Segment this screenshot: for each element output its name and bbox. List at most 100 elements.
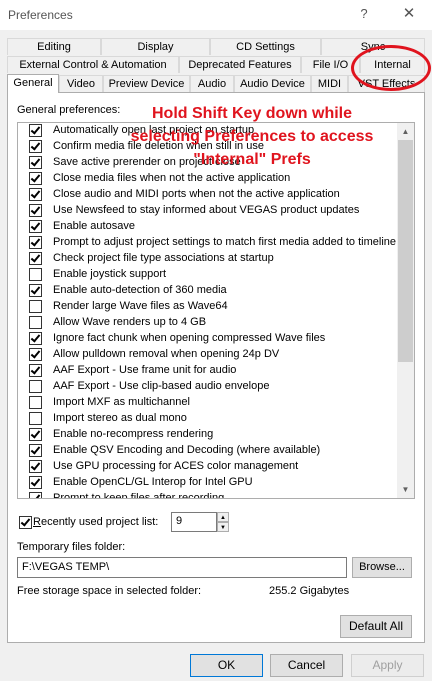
preference-checkbox[interactable] [29, 204, 42, 217]
free-space-value: 255.2 Gigabytes [269, 585, 350, 597]
preference-label: AAF Export - Use clip-based audio envelo… [53, 380, 270, 392]
general-preferences-list[interactable]: Automatically open last project on start… [17, 122, 415, 499]
preference-row[interactable]: Enable joystick support [18, 267, 398, 283]
preference-checkbox[interactable] [29, 364, 42, 377]
scroll-thumb[interactable] [398, 140, 413, 362]
preference-label: Render large Wave files as Wave64 [53, 300, 228, 312]
vertical-scrollbar[interactable]: ▲ ▼ [397, 123, 414, 498]
recent-projects-spinner[interactable]: ▲ ▼ [217, 512, 229, 532]
preference-row[interactable]: AAF Export - Use frame unit for audio [18, 363, 398, 379]
preference-row[interactable]: Enable QSV Encoding and Decoding (where … [18, 443, 398, 459]
preference-row[interactable]: Enable no-recompress rendering [18, 427, 398, 443]
preference-label: Ignore fact chunk when opening compresse… [53, 332, 326, 344]
preference-label: Use Newsfeed to stay informed about VEGA… [53, 204, 360, 216]
help-button[interactable]: ? [354, 4, 374, 24]
general-preferences-label: General preferences: [17, 104, 121, 116]
apply-button: Apply [351, 654, 424, 677]
preference-label: Allow pulldown removal when opening 24p … [53, 348, 280, 360]
preference-checkbox[interactable] [29, 156, 42, 169]
preference-row[interactable]: Enable OpenCL/GL Interop for Intel GPU [18, 475, 398, 491]
spin-down-icon[interactable]: ▼ [217, 522, 229, 532]
preference-row[interactable]: Import stereo as dual mono [18, 411, 398, 427]
tab-audio-device[interactable]: Audio Device [234, 75, 311, 92]
preference-row[interactable]: Allow pulldown removal when opening 24p … [18, 347, 398, 363]
browse-button[interactable]: Browse... [352, 557, 412, 578]
preference-label: Enable autosave [53, 220, 135, 232]
preference-row[interactable]: AAF Export - Use clip-based audio envelo… [18, 379, 398, 395]
preference-checkbox[interactable] [29, 172, 42, 185]
preference-row[interactable]: Ignore fact chunk when opening compresse… [18, 331, 398, 347]
free-space-label: Free storage space in selected folder: [17, 585, 202, 597]
tab-external-control[interactable]: External Control & Automation [7, 56, 179, 73]
preference-checkbox[interactable] [29, 444, 42, 457]
preference-checkbox[interactable] [29, 236, 42, 249]
preference-row[interactable]: Close media files when not the active ap… [18, 171, 398, 187]
preference-checkbox[interactable] [29, 332, 42, 345]
preference-row[interactable]: Enable auto-detection of 360 media [18, 283, 398, 299]
preference-checkbox[interactable] [29, 124, 42, 137]
window-title: Preferences [8, 8, 73, 22]
preferences-items: Automatically open last project on start… [18, 123, 398, 498]
preference-checkbox[interactable] [29, 492, 42, 498]
preference-label: Enable joystick support [53, 268, 167, 280]
preference-row[interactable]: Prompt to keep files after recording [18, 491, 398, 498]
preference-checkbox[interactable] [29, 476, 42, 489]
preference-label: Use GPU processing for ACES color manage… [53, 460, 299, 472]
preference-checkbox[interactable] [29, 268, 42, 281]
preference-row[interactable]: Allow Wave renders up to 4 GB [18, 315, 398, 331]
tab-editing[interactable]: Editing [7, 38, 101, 55]
preference-label: Enable no-recompress rendering [53, 428, 214, 440]
preference-label: Check project file type associations at … [53, 252, 274, 264]
preference-label: Enable OpenCL/GL Interop for Intel GPU [53, 476, 253, 488]
recent-projects-label: Recently used project list: [33, 516, 159, 528]
preference-label: Allow Wave renders up to 4 GB [53, 316, 207, 328]
preference-label: Import stereo as dual mono [53, 412, 187, 424]
scroll-up-arrow-icon[interactable]: ▲ [397, 123, 414, 140]
preference-checkbox[interactable] [29, 380, 42, 393]
preference-row[interactable]: Render large Wave files as Wave64 [18, 299, 398, 315]
tab-audio[interactable]: Audio [190, 75, 234, 92]
tab-cd-settings[interactable]: CD Settings [210, 38, 321, 55]
recent-projects-count-input[interactable]: 9 [171, 512, 217, 532]
preference-checkbox[interactable] [29, 188, 42, 201]
tab-video[interactable]: Video [59, 75, 103, 92]
default-all-button[interactable]: Default All [340, 615, 412, 638]
temp-folder-label: Temporary files folder: [17, 541, 126, 553]
preference-row[interactable]: Use Newsfeed to stay informed about VEGA… [18, 203, 398, 219]
preference-row[interactable]: Close audio and MIDI ports when not the … [18, 187, 398, 203]
close-button[interactable]: ✕ [398, 4, 420, 24]
preference-checkbox[interactable] [29, 460, 42, 473]
preference-checkbox[interactable] [29, 140, 42, 153]
tab-display[interactable]: Display [101, 38, 210, 55]
preference-row[interactable]: Check project file type associations at … [18, 251, 398, 267]
preference-checkbox[interactable] [29, 396, 42, 409]
scroll-down-arrow-icon[interactable]: ▼ [397, 481, 414, 498]
spin-up-icon[interactable]: ▲ [217, 512, 229, 522]
preference-label: Enable QSV Encoding and Decoding (where … [53, 444, 321, 456]
preference-checkbox[interactable] [29, 300, 42, 313]
recent-projects-checkbox[interactable] [19, 516, 32, 529]
tab-midi[interactable]: MIDI [311, 75, 348, 92]
temp-folder-input[interactable]: F:\VEGAS TEMP\ [17, 557, 347, 578]
preference-row[interactable]: Use GPU processing for ACES color manage… [18, 459, 398, 475]
preference-label: Enable auto-detection of 360 media [53, 284, 227, 296]
preference-checkbox[interactable] [29, 348, 42, 361]
preference-checkbox[interactable] [29, 284, 42, 297]
preference-checkbox[interactable] [29, 412, 42, 425]
preference-row[interactable]: Prompt to adjust project settings to mat… [18, 235, 398, 251]
preference-checkbox[interactable] [29, 252, 42, 265]
preference-checkbox[interactable] [29, 428, 42, 441]
preference-label: Close media files when not the active ap… [53, 172, 291, 184]
preference-checkbox[interactable] [29, 220, 42, 233]
preference-row[interactable]: Enable autosave [18, 219, 398, 235]
preference-checkbox[interactable] [29, 316, 42, 329]
cancel-button[interactable]: Cancel [270, 654, 343, 677]
title-bar: Preferences ? ✕ [0, 0, 432, 30]
preference-label: AAF Export - Use frame unit for audio [53, 364, 237, 376]
ok-button[interactable]: OK [190, 654, 263, 677]
tab-general[interactable]: General [7, 74, 59, 93]
preference-row[interactable]: Import MXF as multichannel [18, 395, 398, 411]
tab-deprecated-features[interactable]: Deprecated Features [179, 56, 301, 73]
preference-label: Prompt to adjust project settings to mat… [53, 236, 396, 248]
tab-preview-device[interactable]: Preview Device [103, 75, 190, 92]
